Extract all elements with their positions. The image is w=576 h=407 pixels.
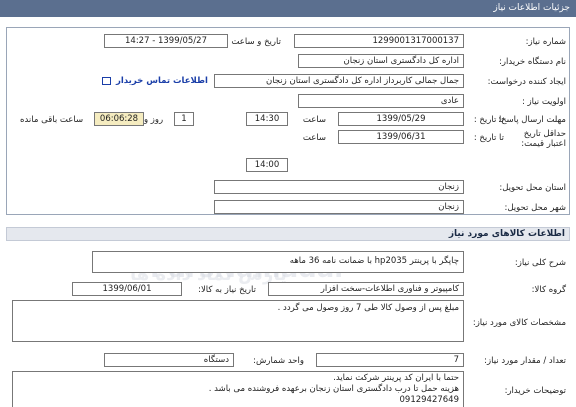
priority-label: اولویت نیاز :: [521, 97, 566, 107]
days-label: روز و: [144, 115, 164, 125]
summary-label: شرح کلی نیاز:: [514, 258, 566, 268]
goods-group-field: کامپیوتر و فناوری اطلاعات-سخت افزار: [268, 282, 464, 296]
remaining-time-field: 06:06:28: [94, 112, 144, 126]
announce-date-field: 1399/05/27 - 14:27: [104, 34, 228, 48]
city-field: زنجان: [214, 200, 464, 214]
specs-label: مشخصات کالای مورد نیاز:: [472, 318, 566, 328]
city-label: شهر محل تحویل:: [504, 203, 566, 213]
province-label: استان محل تحویل:: [499, 183, 566, 193]
contact-card-icon: [102, 76, 111, 85]
buyer-notes-field: حتما با ایران کد پرینتر شرکت نماید. هزین…: [12, 371, 464, 407]
unit-field: دستگاه: [104, 353, 234, 367]
buyer-contact-link[interactable]: اطلاعات تماس خریدار: [102, 76, 208, 86]
province-field: زنجان: [214, 180, 464, 194]
buyer-notes-label: توضیحات خریدار:: [504, 386, 566, 396]
validity-to-date-label: تا تاریخ :: [473, 133, 504, 143]
buyer-org-field: اداره کل دادگستری استان زنجان: [298, 54, 464, 68]
summary-field: چاپگر با پرینتر hp2035 با ضمانت نامه 36 …: [92, 251, 464, 273]
qty-label: تعداد / مقدار مورد نیاز:: [484, 356, 566, 366]
contact-link-label: اطلاعات تماس خریدار: [115, 76, 208, 86]
qty-field: 7: [316, 353, 464, 367]
send-time-field: 14:30: [246, 112, 288, 126]
need-number-label: شماره نیاز:: [525, 37, 566, 47]
remaining-time-label: ساعت باقی مانده: [20, 115, 84, 125]
buyer-notes-line-2: هزینه حمل تا درب دادگستری استان زنجان بر…: [208, 384, 459, 394]
send-to-date-label: تا تاریخ :: [473, 115, 504, 125]
unit-label: واحد شمارش:: [253, 356, 304, 366]
validity-date-field: 1399/06/31: [338, 130, 464, 144]
send-deadline-label: مهلت ارسال پاسخ:: [498, 115, 566, 125]
validity-time-label: ساعت: [302, 133, 326, 143]
creator-field: جمال جمالی کاربرداز اداره کل دادگستری اس…: [214, 74, 464, 88]
buyer-notes-line-1: حتما با ایران کد پرینتر شرکت نماید.: [333, 373, 459, 383]
specs-field: مبلغ پس از وصول کالا طی 7 روز وصول می گر…: [12, 300, 464, 342]
goods-section-header: اطلاعات کالاهای مورد نیاز: [6, 227, 570, 241]
need-date-field: 1399/06/01: [72, 282, 182, 296]
page-header: جزئیات اطلاعات نیاز: [0, 0, 576, 17]
goods-group-label: گروه کالا:: [531, 285, 566, 295]
days-remaining-field: 1: [174, 112, 194, 126]
creator-label: ایجاد کننده درخواست:: [487, 77, 566, 87]
min-validity-label: حداقل تاریخ اعتبار قیمت:: [521, 129, 566, 149]
buyer-org-label: نام دستگاه خریدار:: [499, 57, 566, 67]
priority-field: عادی: [298, 94, 464, 108]
need-date-label: تاریخ نیاز به کالا:: [198, 285, 256, 295]
send-time-label: ساعت: [302, 115, 326, 125]
need-number-field: 1299001317000137: [294, 34, 464, 48]
send-date-field: 1399/05/29: [338, 112, 464, 126]
buyer-notes-line-3: 09129427649: [399, 395, 460, 405]
validity-time-field-visible: 14:00: [246, 158, 288, 172]
